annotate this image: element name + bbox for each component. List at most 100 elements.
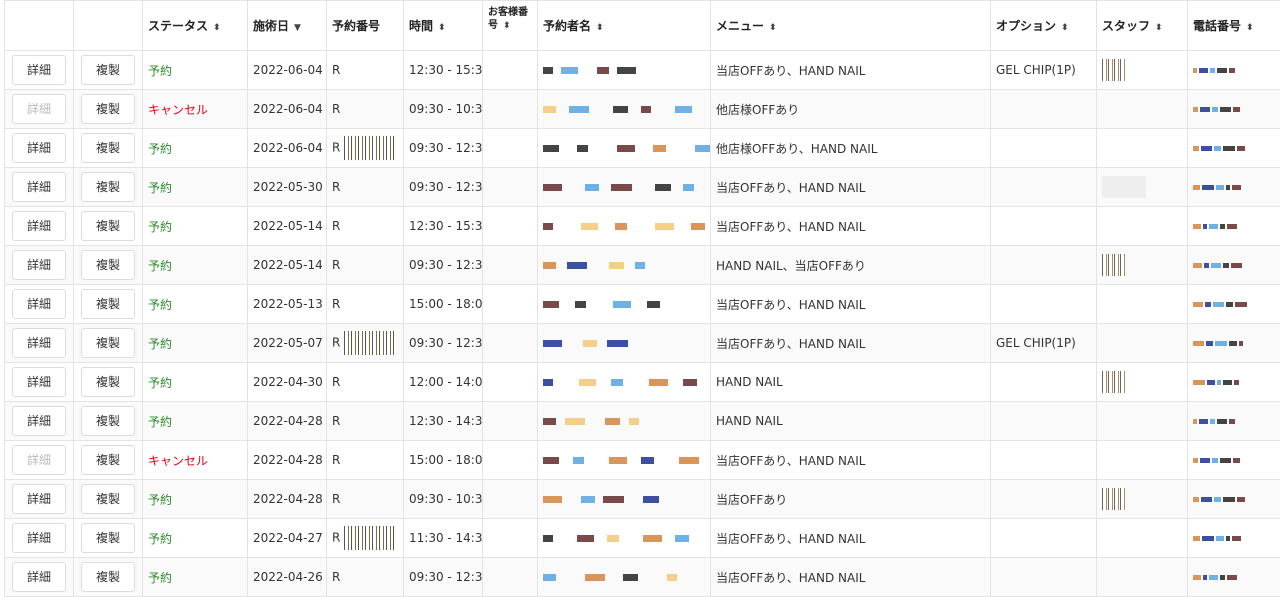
- header-name[interactable]: 予約者名⬍: [538, 1, 711, 51]
- status-text: 予約: [148, 298, 172, 312]
- redacted-phone-block: [1212, 458, 1218, 463]
- menu-text: 当店OFFあり、HAND NAIL: [716, 571, 865, 585]
- header-phone-label: 電話番号: [1193, 19, 1241, 33]
- redacted-phone-block: [1223, 263, 1229, 268]
- header-status[interactable]: ステータス⬍: [143, 1, 248, 51]
- redacted-name-block: [675, 106, 692, 113]
- copy-button[interactable]: 複製: [81, 562, 135, 592]
- redacted-name-block: [655, 184, 671, 191]
- menu-text: 当店OFFあり、HAND NAIL: [716, 181, 865, 195]
- detail-button[interactable]: 詳細: [12, 172, 66, 202]
- booking-prefix-text: R: [332, 492, 340, 506]
- phone-cell: [1188, 363, 1280, 402]
- sort-both-icon[interactable]: ⬍: [438, 23, 446, 33]
- redacted-name-block: [565, 418, 585, 425]
- phone-cell: [1188, 246, 1280, 285]
- header-option[interactable]: オプション⬍: [991, 1, 1097, 51]
- header-time[interactable]: 時間 ⬍: [404, 1, 483, 51]
- status-cell: 予約: [143, 480, 248, 519]
- sort-both-icon[interactable]: ⬍: [1061, 23, 1069, 33]
- booking-prefix-text: R: [332, 102, 340, 116]
- copy-button[interactable]: 複製: [81, 367, 135, 397]
- redacted-phone-block: [1237, 146, 1245, 151]
- header-phone[interactable]: 電話番号 ⬍: [1188, 1, 1280, 51]
- copy-button[interactable]: 複製: [81, 289, 135, 319]
- copy-cell: 複製: [74, 441, 143, 480]
- detail-button[interactable]: 詳細: [12, 367, 66, 397]
- detail-button[interactable]: 詳細: [12, 328, 66, 358]
- copy-button[interactable]: 複製: [81, 55, 135, 85]
- menu-text: 他店様OFFあり: [716, 103, 799, 117]
- menu-cell: 当店OFFあり、HAND NAIL: [711, 168, 991, 207]
- date-text: 2022-06-04: [253, 63, 323, 77]
- redacted-phone-block: [1234, 380, 1239, 385]
- copy-button[interactable]: 複製: [81, 94, 135, 124]
- redacted-phone-block: [1202, 536, 1214, 541]
- copy-button[interactable]: 複製: [81, 445, 135, 475]
- date-cell: 2022-05-07: [248, 324, 327, 363]
- detail-button[interactable]: 詳細: [12, 250, 66, 280]
- status-cell: 予約: [143, 402, 248, 441]
- status-cell: 予約: [143, 519, 248, 558]
- header-customer-no[interactable]: お客様番号⬍: [483, 1, 538, 51]
- detail-cell: 詳細: [5, 90, 74, 129]
- copy-button[interactable]: 複製: [81, 523, 135, 553]
- sort-both-icon[interactable]: ⬍: [503, 21, 511, 31]
- status-text: 予約: [148, 493, 172, 507]
- sort-both-icon[interactable]: ⬍: [213, 23, 221, 33]
- detail-button[interactable]: 詳細: [12, 484, 66, 514]
- redacted-name-block: [543, 67, 553, 74]
- booking-prefix-text: R: [332, 453, 340, 467]
- time-text: 09:30 - 12:35: [409, 336, 483, 350]
- copy-button[interactable]: 複製: [81, 172, 135, 202]
- copy-button[interactable]: 複製: [81, 484, 135, 514]
- detail-button[interactable]: 詳細: [12, 562, 66, 592]
- header-time-label: 時間: [409, 19, 433, 33]
- redacted-phone-block: [1214, 497, 1221, 502]
- header-staff[interactable]: スタッフ⬍: [1097, 1, 1188, 51]
- detail-button[interactable]: 詳細: [12, 406, 66, 436]
- detail-button[interactable]: 詳細: [12, 55, 66, 85]
- phone-cell: [1188, 90, 1280, 129]
- name-cell: [538, 168, 711, 207]
- redacted-phone-block: [1223, 380, 1232, 385]
- redacted-name-block: [577, 535, 594, 542]
- sort-both-icon[interactable]: ⬍: [1155, 23, 1163, 33]
- detail-button[interactable]: 詳細: [12, 523, 66, 553]
- redacted-name-block: [647, 301, 660, 308]
- header-menu[interactable]: メニュー⬍: [711, 1, 991, 51]
- redacted-phone-block: [1215, 341, 1227, 346]
- time-cell: 11:30 - 14:30: [404, 519, 483, 558]
- detail-button[interactable]: 詳細: [12, 211, 66, 241]
- header-date[interactable]: 施術日▼: [248, 1, 327, 51]
- table-row: 詳細 複製 予約 2022-05-07 R 09:30 - 12:35 当店OF…: [5, 324, 1280, 363]
- redacted-name-block: [615, 223, 627, 230]
- booking-prefix-text: R: [332, 336, 340, 350]
- redacted-phone-block: [1237, 497, 1245, 502]
- customer-no-cell: [483, 90, 538, 129]
- copy-cell: 複製: [74, 285, 143, 324]
- sort-down-icon[interactable]: ▼: [294, 23, 301, 33]
- sort-both-icon[interactable]: ⬍: [596, 23, 604, 33]
- detail-button[interactable]: 詳細: [12, 289, 66, 319]
- staff-cell: [1097, 51, 1188, 90]
- detail-button: 詳細: [12, 445, 66, 475]
- option-cell: [991, 558, 1097, 597]
- sort-both-icon[interactable]: ⬍: [769, 23, 777, 33]
- copy-button[interactable]: 複製: [81, 133, 135, 163]
- copy-button[interactable]: 複製: [81, 406, 135, 436]
- status-cell: 予約: [143, 207, 248, 246]
- name-cell: [538, 246, 711, 285]
- detail-button[interactable]: 詳細: [12, 133, 66, 163]
- name-cell: [538, 207, 711, 246]
- sort-both-icon[interactable]: ⬍: [1246, 23, 1254, 33]
- copy-button[interactable]: 複製: [81, 328, 135, 358]
- redacted-staff: [1102, 176, 1146, 198]
- copy-button[interactable]: 複製: [81, 211, 135, 241]
- time-text: 15:00 - 18:00: [409, 297, 483, 311]
- customer-no-cell: [483, 129, 538, 168]
- redacted-phone-block: [1220, 575, 1225, 580]
- booking-prefix-text: R: [332, 258, 340, 272]
- copy-button[interactable]: 複製: [81, 250, 135, 280]
- redacted-phone-block: [1193, 575, 1201, 580]
